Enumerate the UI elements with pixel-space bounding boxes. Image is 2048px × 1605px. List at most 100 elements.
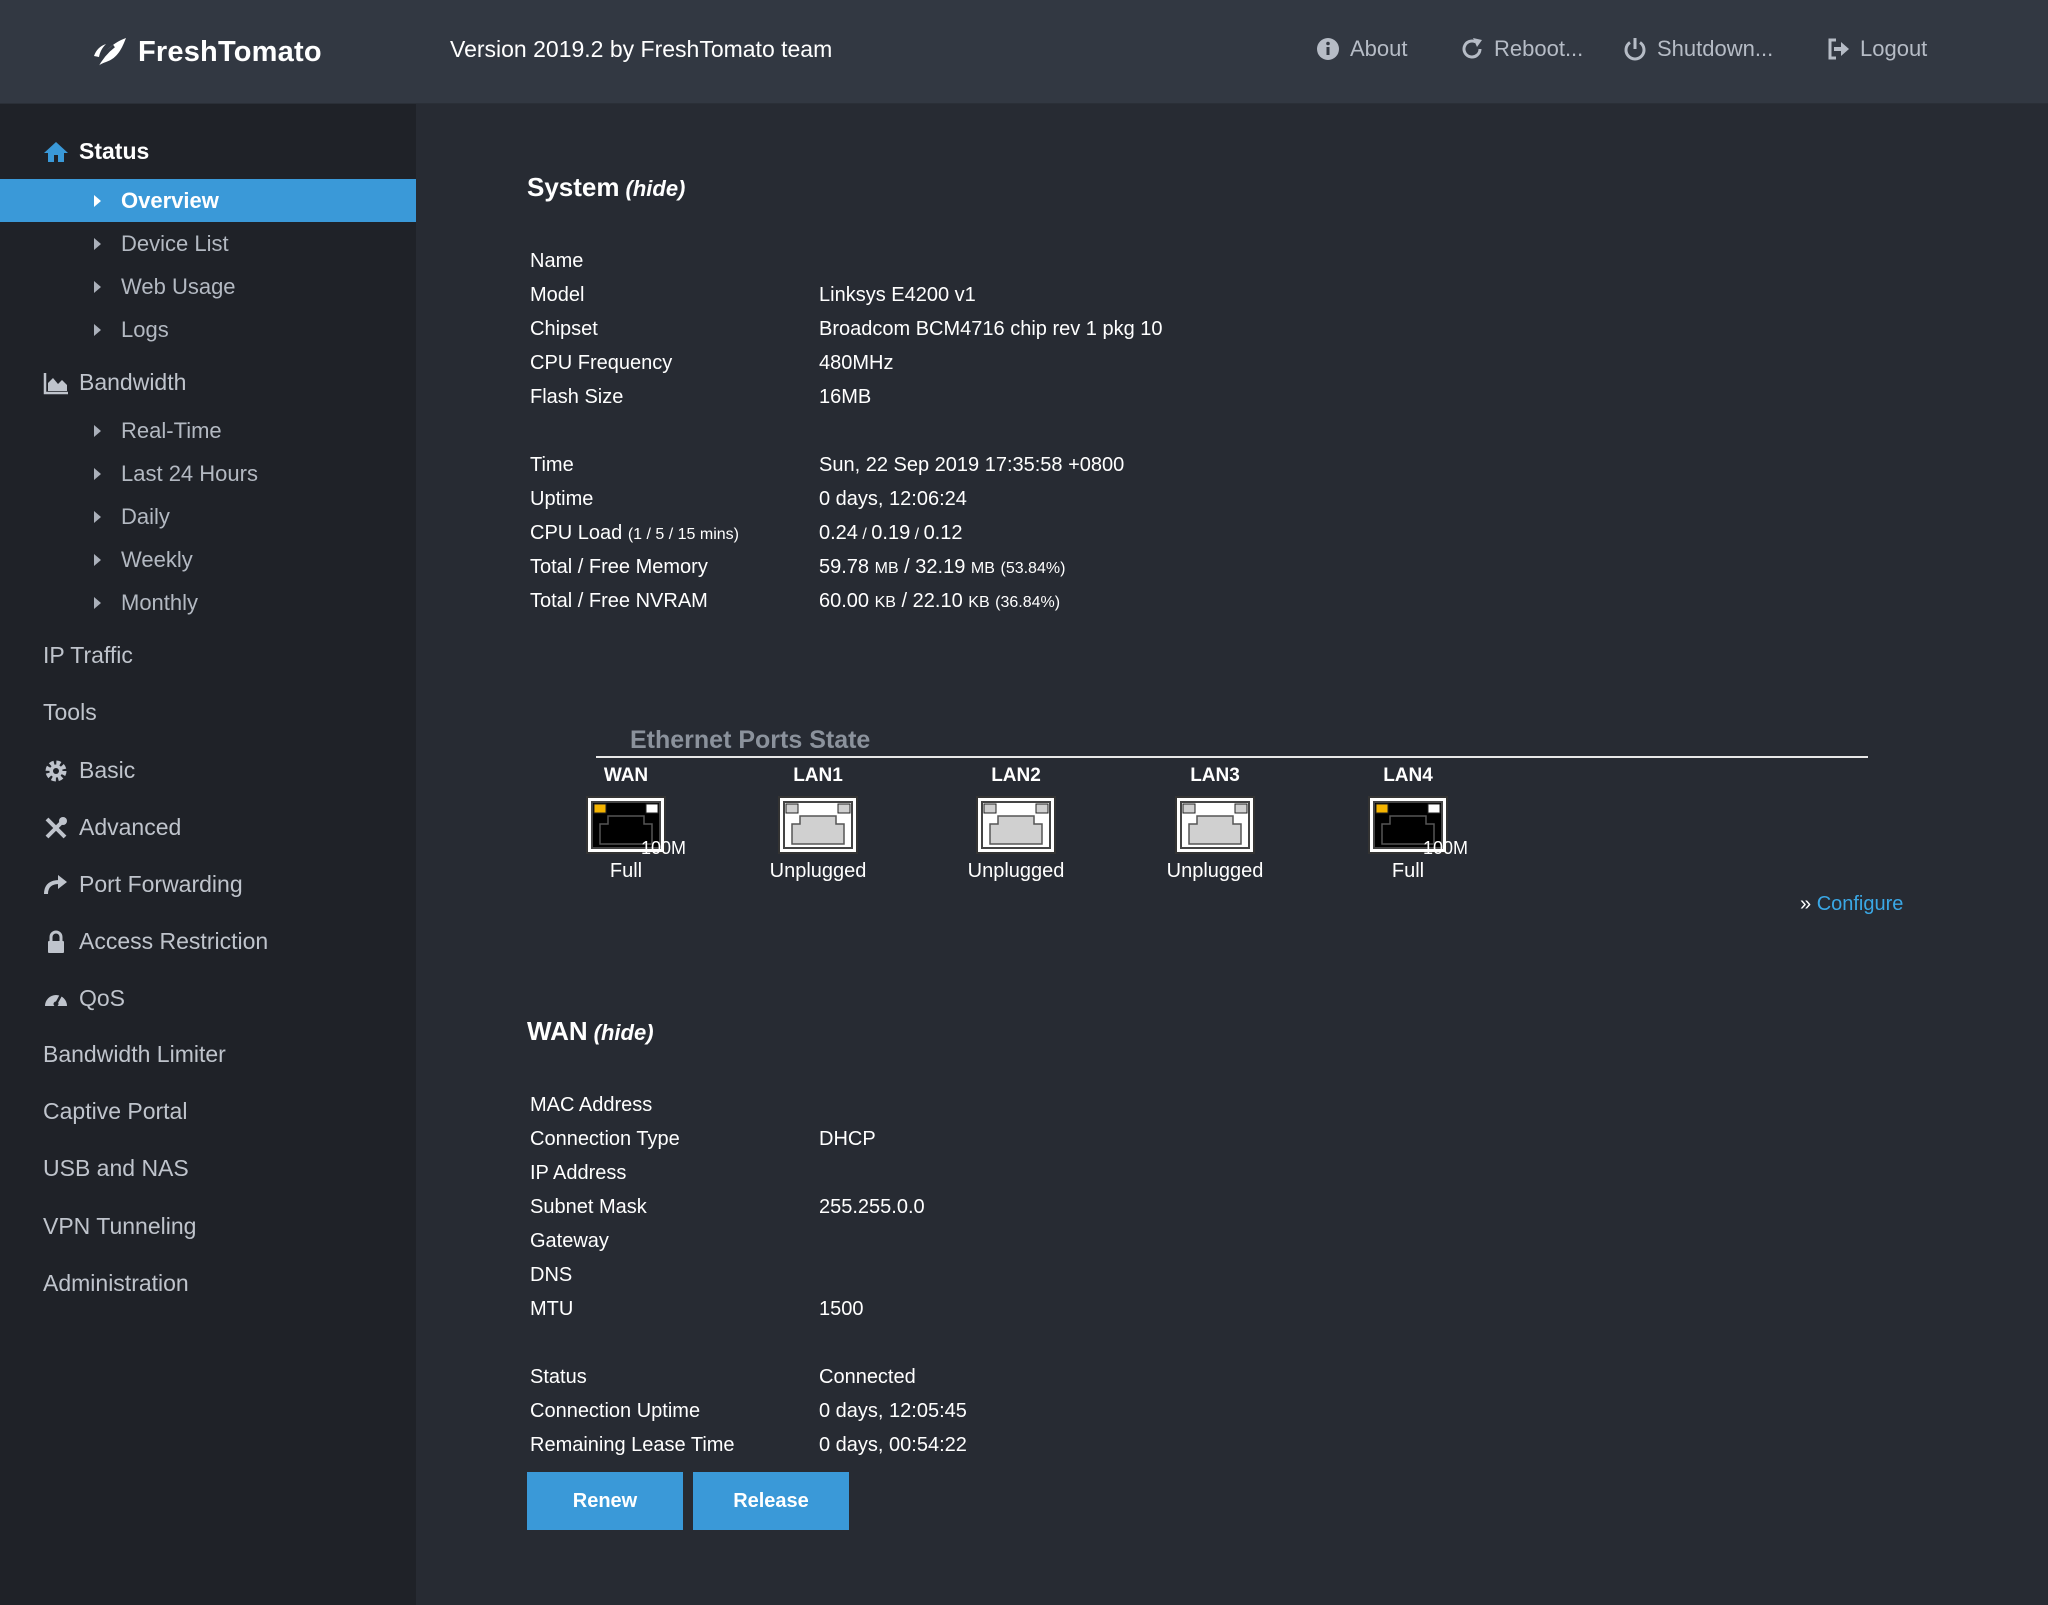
uptime-value: 0 days, 12:06:24 bbox=[819, 488, 967, 510]
gear-icon bbox=[45, 760, 67, 781]
caret-right-icon bbox=[94, 323, 101, 336]
ethernet-port-icon bbox=[778, 796, 858, 854]
cpu-load-5: 0.19 bbox=[871, 522, 911, 544]
sidebar-item-overview[interactable]: Overview bbox=[0, 179, 416, 222]
mtu-value: 1500 bbox=[819, 1298, 864, 1320]
port-speed: 100M bbox=[1423, 838, 1469, 858]
port-name: WAN bbox=[603, 765, 649, 786]
sidebar-section-status[interactable]: Status bbox=[43, 138, 149, 165]
logout-label: Logout bbox=[1860, 36, 1928, 61]
nvram-unit: KB bbox=[968, 594, 990, 611]
logout-link[interactable]: Logout bbox=[1826, 36, 1927, 62]
shutdown-link[interactable]: Shutdown... bbox=[1623, 36, 1773, 62]
sidebar-item-administration[interactable]: Administration bbox=[43, 1270, 189, 1297]
sidebar-item-label: Administration bbox=[43, 1270, 189, 1296]
chipset-label: Chipset bbox=[530, 318, 598, 340]
sidebar-item-label: Weekly bbox=[121, 546, 193, 572]
reboot-link[interactable]: Reboot... bbox=[1460, 36, 1583, 62]
sidebar-item-basic[interactable]: Basic bbox=[43, 757, 135, 784]
renew-button[interactable]: Renew bbox=[527, 1472, 683, 1530]
sidebar-section-bandwidth-label: Bandwidth bbox=[79, 369, 187, 395]
caret-right-icon bbox=[94, 194, 101, 207]
dns-label: DNS bbox=[530, 1264, 573, 1286]
release-button[interactable]: Release bbox=[693, 1472, 849, 1530]
sidebar-item-web-usage[interactable]: Web Usage bbox=[0, 265, 416, 308]
sidebar-item-weekly[interactable]: Weekly bbox=[0, 538, 416, 581]
sidebar-item-last-24-hours[interactable]: Last 24 Hours bbox=[0, 452, 416, 495]
sidebar-item-label: Port Forwarding bbox=[79, 871, 243, 897]
sidebar-item-label: QoS bbox=[79, 985, 126, 1011]
caret-right-icon bbox=[94, 596, 101, 609]
sidebar-item-label: Daily bbox=[121, 503, 170, 529]
sidebar-item-label: Access Restriction bbox=[79, 928, 269, 954]
reboot-label: Reboot... bbox=[1494, 36, 1584, 61]
ethernet-port-icon bbox=[976, 796, 1056, 854]
sidebar-item-ip-traffic[interactable]: IP Traffic bbox=[43, 642, 133, 669]
logo[interactable]: FreshTomato bbox=[92, 30, 322, 74]
home-icon bbox=[44, 141, 68, 162]
sidebar-item-label: Overview bbox=[121, 187, 219, 213]
tools-icon bbox=[45, 816, 67, 838]
about-link[interactable]: About bbox=[1316, 36, 1408, 62]
nvram-free: 22.10 bbox=[912, 590, 963, 612]
subnet-mask-value: 255.255.0.0 bbox=[819, 1196, 925, 1218]
cpu-load-label-text: CPU Load bbox=[530, 522, 623, 544]
sidebar-item-label: Basic bbox=[79, 757, 136, 783]
top-bar: FreshTomato Version 2019.2 by FreshTomat… bbox=[0, 0, 2048, 104]
sidebar-item-qos[interactable]: QoS bbox=[43, 985, 125, 1012]
sidebar-item-tools[interactable]: Tools bbox=[43, 699, 97, 726]
memory-total: 59.78 bbox=[819, 556, 870, 578]
caret-right-icon bbox=[94, 424, 101, 437]
model-value: Linksys E4200 v1 bbox=[819, 284, 976, 306]
name-label: Name bbox=[530, 250, 584, 272]
sidebar-section-bandwidth[interactable]: Bandwidth bbox=[43, 369, 186, 396]
sidebar-item-device-list[interactable]: Device List bbox=[0, 222, 416, 265]
sidebar-item-logs[interactable]: Logs bbox=[0, 308, 416, 351]
ethernet-ports-title: Ethernet Ports State bbox=[630, 726, 871, 754]
sidebar-item-label: VPN Tunneling bbox=[43, 1213, 197, 1239]
sidebar-item-port-forwarding[interactable]: Port Forwarding bbox=[43, 871, 243, 898]
caret-right-icon bbox=[94, 510, 101, 523]
nvram-unit: KB bbox=[874, 594, 896, 611]
sidebar-item-label: Captive Portal bbox=[43, 1098, 188, 1124]
sidebar-item-label: Logs bbox=[121, 316, 169, 342]
wan-status-value: Connected bbox=[819, 1366, 916, 1388]
port-name: LAN3 bbox=[1190, 765, 1240, 786]
port-speed: 100M bbox=[641, 838, 687, 858]
logo-text: FreshTomato bbox=[138, 35, 322, 68]
time-value: Sun, 22 Sep 2019 17:35:58 +0800 bbox=[819, 454, 1125, 476]
sidebar-item-monthly[interactable]: Monthly bbox=[0, 581, 416, 624]
sidebar-item-label: Tools bbox=[43, 699, 97, 725]
version-text: Version 2019.2 by FreshTomato team bbox=[450, 36, 833, 62]
sidebar-item-real-time[interactable]: Real-Time bbox=[0, 409, 416, 452]
connection-type-value: DHCP bbox=[819, 1128, 876, 1150]
uptime-label: Uptime bbox=[530, 488, 594, 510]
connection-uptime-value: 0 days, 12:05:45 bbox=[819, 1400, 967, 1422]
port-name: LAN1 bbox=[793, 765, 843, 786]
port-status: Unplugged bbox=[1166, 860, 1264, 882]
wan-hide-link[interactable]: (hide) bbox=[594, 1020, 654, 1045]
configure-row: » Configure bbox=[1800, 893, 1903, 916]
system-hide-link[interactable]: (hide) bbox=[626, 176, 686, 201]
memory-label: Total / Free Memory bbox=[530, 556, 708, 578]
wan-title: WAN bbox=[527, 1016, 588, 1046]
sidebar-item-label: Device List bbox=[121, 230, 229, 256]
sidebar-item-label: Web Usage bbox=[121, 273, 236, 299]
sidebar-item-vpn-tunneling[interactable]: VPN Tunneling bbox=[43, 1213, 196, 1240]
ethernet-divider bbox=[596, 756, 1868, 758]
nvram-label: Total / Free NVRAM bbox=[530, 590, 708, 612]
sidebar-item-usb-nas[interactable]: USB and NAS bbox=[43, 1155, 189, 1182]
sidebar-item-advanced[interactable]: Advanced bbox=[43, 814, 181, 841]
sidebar-item-label: USB and NAS bbox=[43, 1155, 189, 1181]
port-status: Full bbox=[1391, 860, 1425, 882]
sidebar-item-bandwidth-limiter[interactable]: Bandwidth Limiter bbox=[43, 1041, 226, 1068]
memory-value: 59.78 MB / 32.19 MB (53.84%) bbox=[819, 556, 1066, 578]
wan-section-title: WAN (hide) bbox=[527, 1016, 654, 1047]
sidebar-item-access-restriction[interactable]: Access Restriction bbox=[43, 928, 268, 955]
flash-size-value: 16MB bbox=[819, 386, 872, 408]
nvram-value: 60.00 KB / 22.10 KB (36.84%) bbox=[819, 590, 1061, 612]
configure-link[interactable]: Configure bbox=[1817, 893, 1904, 915]
power-icon bbox=[1624, 38, 1646, 61]
sidebar-item-daily[interactable]: Daily bbox=[0, 495, 416, 538]
sidebar-item-captive-portal[interactable]: Captive Portal bbox=[43, 1098, 187, 1125]
